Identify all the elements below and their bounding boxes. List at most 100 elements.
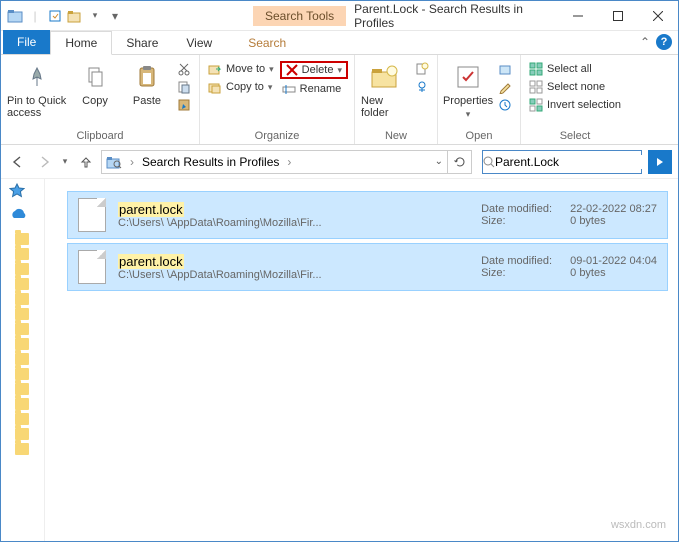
breadcrumb-chevron-icon[interactable]: › [283,155,295,169]
new-item-button[interactable] [413,61,431,77]
results-pane: parent.lock C:\Users\ \AppData\Roaming\M… [45,179,678,541]
pin-to-quick-access-button[interactable]: Pin to Quick access [7,61,67,119]
nav-bar: ▾ › Search Results in Profiles › ⌄ × [1,145,678,179]
nav-recent-dropdown[interactable]: ▾ [59,151,71,173]
tree-folder-icon[interactable] [15,383,29,395]
file-icon [78,198,106,232]
file-path: C:\Users\ \AppData\Roaming\Mozilla\Fir..… [118,217,469,229]
cut-button[interactable] [175,61,193,77]
new-folder-button[interactable]: New folder [361,61,409,119]
collapse-ribbon-icon[interactable]: ⌃ [640,35,650,49]
group-label-organize: Organize [206,128,348,144]
explorer-app-icon [7,8,23,24]
pin-label: Pin to Quick access [7,95,67,119]
move-to-button[interactable]: Move to ▾ [206,61,276,77]
tree-folder-icon[interactable] [15,428,29,440]
tree-folder-icon[interactable] [15,413,29,425]
copy-button[interactable]: Copy [71,61,119,107]
history-icon [498,98,512,112]
tree-folder-icon[interactable] [15,368,29,380]
new-folder-label: New folder [361,95,409,119]
group-label-clipboard: Clipboard [7,128,193,144]
properties-button[interactable]: Properties ▾ [444,61,492,120]
maximize-button[interactable] [598,1,638,31]
file-icon [78,250,106,284]
tree-folder-icon[interactable] [15,398,29,410]
dropdown-icon: ▾ [269,64,274,75]
ribbon-tabs: File Home Share View Search ⌃ ? [1,31,678,55]
tree-folder-icon[interactable] [15,293,29,305]
breadcrumb-item[interactable]: Search Results in Profiles [142,155,279,169]
tree-folder-icon[interactable] [15,308,29,320]
qat-newfolder-icon[interactable] [67,8,83,24]
easy-access-icon [415,80,429,94]
tab-search[interactable]: Search [234,32,300,54]
file-name: parent.lock [118,202,469,217]
result-item[interactable]: parent.lock C:\Users\ \AppData\Roaming\M… [67,243,668,291]
address-bar[interactable]: › Search Results in Profiles › ⌄ [101,150,448,174]
paste-button[interactable]: Paste [123,61,171,107]
dropdown-icon: ▾ [268,82,273,93]
copy-to-button[interactable]: Copy to ▾ [206,79,276,95]
tree-folder-icon[interactable] [15,248,29,260]
breadcrumb-chevron-icon[interactable]: › [126,155,138,169]
open-icon [498,62,512,76]
quick-access-star-icon[interactable] [9,183,44,199]
dropdown-icon: ▾ [466,109,471,120]
tree-folder-icon[interactable] [15,278,29,290]
tree-folder-icon[interactable] [15,353,29,365]
nav-back-button[interactable] [7,151,29,173]
group-label-select: Select [527,128,623,144]
invert-selection-button[interactable]: Invert selection [527,97,623,113]
rename-button[interactable]: Rename [280,81,348,97]
rename-icon [282,82,296,96]
delete-button[interactable]: Delete ▾ [280,61,348,79]
new-item-icon [415,62,429,76]
history-button[interactable] [496,97,514,113]
qat-dropdown-icon[interactable]: ▾ [87,8,103,24]
tab-home[interactable]: Home [50,31,112,55]
open-button[interactable] [496,61,514,77]
qat-properties-icon[interactable] [47,8,63,24]
search-go-button[interactable] [648,150,672,174]
search-input[interactable] [495,155,650,169]
close-button[interactable] [638,1,678,31]
nav-up-button[interactable] [75,151,97,173]
watermark: wsxdn.com [611,519,666,531]
nav-pane[interactable] [1,179,45,541]
easy-access-button[interactable] [413,79,431,95]
minimize-button[interactable] [558,1,598,31]
help-icon[interactable]: ? [656,34,672,50]
select-all-button[interactable]: Select all [527,61,623,77]
tree-folder-icon[interactable] [15,323,29,335]
address-dropdown-icon[interactable]: ⌄ [435,156,443,167]
file-meta: Date modified: 09-01-2022 04:04 Size: 0 … [481,255,657,279]
edit-button[interactable] [496,79,514,95]
window-controls [558,1,678,31]
select-all-icon [529,62,543,76]
group-label-open: Open [444,128,514,144]
search-box[interactable]: × [482,150,642,174]
qat-customize-icon[interactable]: ▾ [107,8,123,24]
edit-icon [498,80,512,94]
copy-path-button[interactable] [175,79,193,95]
tab-share[interactable]: Share [112,32,172,54]
paste-shortcut-button[interactable] [175,97,193,113]
select-none-icon [529,80,543,94]
tree-folder-icon[interactable] [15,233,29,245]
context-tab-search-tools[interactable]: Search Tools [253,6,346,26]
tab-view[interactable]: View [172,32,226,54]
search-location-icon [106,155,122,169]
onedrive-icon[interactable] [9,208,44,220]
group-clipboard: Pin to Quick access Copy Paste Clipboard [1,55,200,144]
select-none-button[interactable]: Select none [527,79,623,95]
result-item[interactable]: parent.lock C:\Users\ \AppData\Roaming\M… [67,191,668,239]
new-folder-icon [369,61,401,93]
refresh-button[interactable] [448,150,472,174]
group-select: Select all Select none Invert selection … [521,55,629,144]
tree-folder-icon[interactable] [15,338,29,350]
tab-file[interactable]: File [3,30,50,54]
nav-forward-button[interactable] [33,151,55,173]
tree-folder-icon[interactable] [15,263,29,275]
tree-folder-icon[interactable] [15,443,29,455]
